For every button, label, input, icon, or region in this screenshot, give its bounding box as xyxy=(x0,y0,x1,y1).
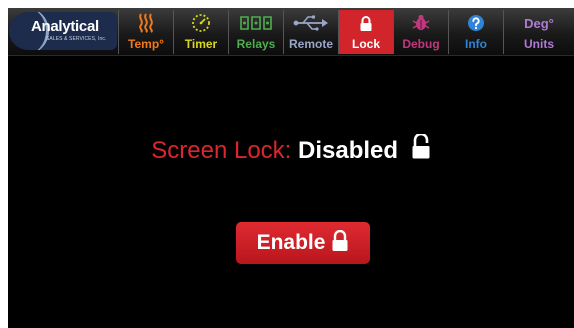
heat-waves-icon xyxy=(119,12,173,34)
tab-remote-label: Remote xyxy=(288,37,333,51)
tab-timer[interactable]: Timer xyxy=(173,10,228,54)
tab-debug-label: Debug xyxy=(402,37,440,51)
tab-info[interactable]: Info xyxy=(448,10,503,54)
brand-logo: Analytical SALES & SERVICES, Inc. xyxy=(9,12,117,50)
tab-remote[interactable]: Remote xyxy=(283,10,338,54)
timer-dial-icon xyxy=(174,12,228,34)
enable-button-label: Enable xyxy=(256,231,326,254)
tab-lock[interactable]: Lock xyxy=(338,10,393,54)
tab-relays[interactable]: Relays xyxy=(228,10,283,54)
lock-screen: Analytical SALES & SERVICES, Inc. Temp° xyxy=(8,8,574,328)
degree-icon-text: Deg° xyxy=(524,15,554,31)
locked-padlock-icon xyxy=(331,229,349,257)
tab-relays-label: Relays xyxy=(236,37,276,51)
unlocked-padlock-icon xyxy=(411,132,431,167)
bug-icon xyxy=(394,12,448,34)
logo-tagline: SALES & SERVICES, Inc. xyxy=(46,36,107,42)
tab-units-label: Units xyxy=(524,37,554,51)
tab-lock-label: Lock xyxy=(351,37,380,51)
tab-units[interactable]: Deg° Units xyxy=(503,10,574,54)
tab-temp-label: Temp° xyxy=(128,37,164,51)
question-circle-icon xyxy=(449,12,503,34)
top-navigation-bar: Analytical SALES & SERVICES, Inc. Temp° xyxy=(8,8,574,56)
degree-icon: Deg° xyxy=(504,12,574,34)
screen-lock-label: Screen Lock: xyxy=(151,137,292,164)
screen-lock-value: Disabled xyxy=(298,137,399,164)
tab-temp[interactable]: Temp° xyxy=(118,10,173,54)
tab-info-label: Info xyxy=(465,37,487,51)
screen-lock-status: Screen Lock: Disabled xyxy=(8,132,574,167)
logo-name: Analytical xyxy=(31,18,99,35)
tab-debug[interactable]: Debug xyxy=(393,10,448,54)
enable-lock-button[interactable]: Enable xyxy=(236,222,370,264)
relay-switch-icon xyxy=(229,12,283,34)
tab-timer-label: Timer xyxy=(184,37,218,51)
usb-icon xyxy=(284,12,338,34)
lock-icon xyxy=(339,12,393,34)
